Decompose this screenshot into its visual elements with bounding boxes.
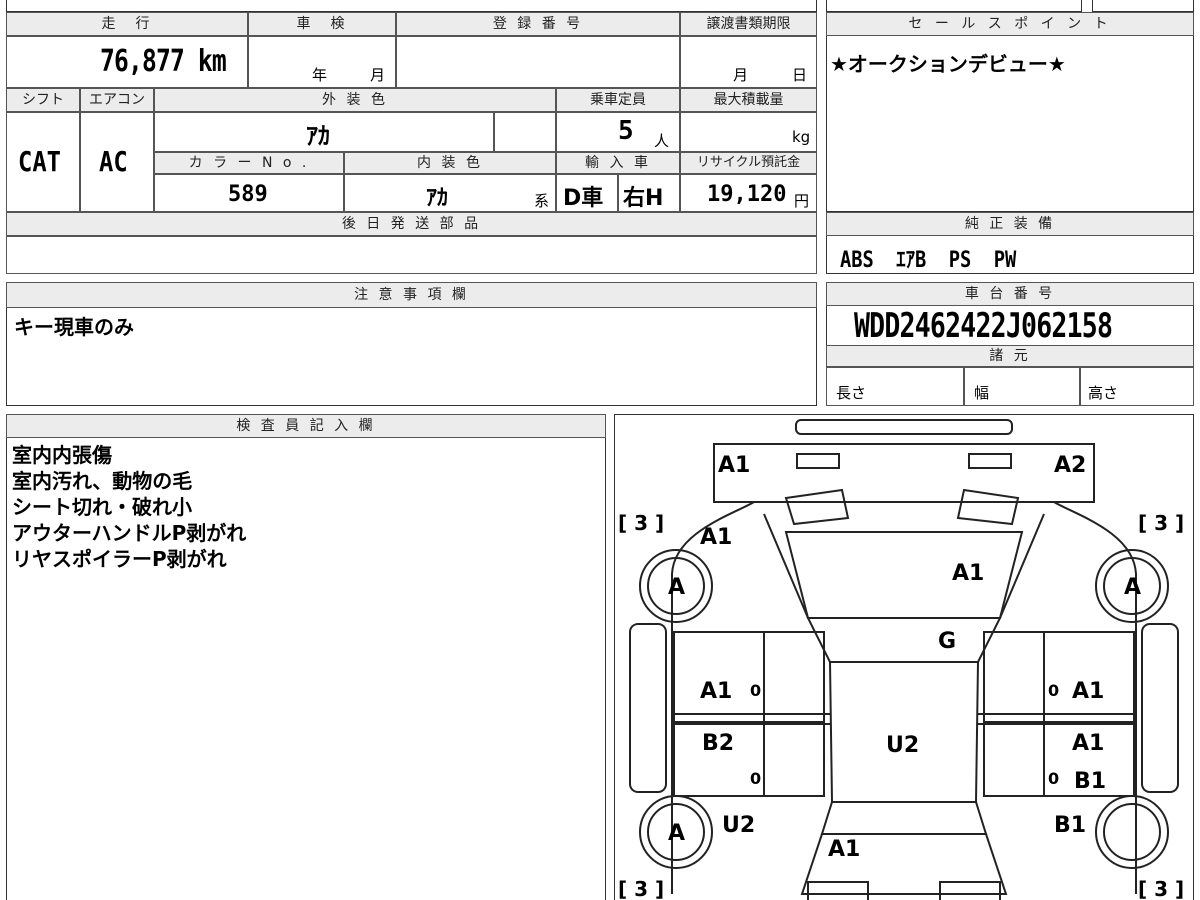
label-right-rear-door-lower: B1: [1074, 769, 1106, 794]
header-chassis: 車 台 番 号: [826, 282, 1194, 306]
capacity-unit: 人: [654, 132, 670, 150]
inspection-month: 月: [370, 66, 386, 84]
label-front-left-bumper: A1: [718, 453, 750, 478]
label-tire-fr: A: [1124, 575, 1141, 600]
recycle-value: 19,120: [707, 182, 787, 207]
zero-mark: 0: [1048, 681, 1059, 700]
interior-suffix: 系: [534, 192, 550, 210]
label-right-rear-fender: B1: [1054, 813, 1086, 838]
header-genuine-equipment: 純 正 装 備: [826, 212, 1194, 236]
header-later-parts: 後 日 発 送 部 品: [6, 212, 817, 236]
import-type-value: D車: [563, 186, 604, 211]
inspector-note: リヤスポイラーP剥がれ: [12, 547, 227, 571]
label-right-rear-door-upper: A1: [1072, 731, 1104, 756]
header-exterior-color: 外 装 色: [154, 88, 556, 112]
header-recycle: リサイクル預託金: [680, 152, 817, 174]
label-trunk: A1: [828, 837, 860, 862]
header-capacity: 乗車定員: [556, 88, 680, 112]
label-left-rear-fender: U2: [722, 813, 755, 838]
zero-mark: 0: [750, 681, 761, 700]
top-right-strip: [826, 0, 1082, 12]
label-windshield: G: [938, 629, 956, 654]
mileage-value: 76,877 km: [100, 44, 227, 79]
chassis-number: WDD2462422J062158: [854, 306, 1113, 346]
header-transfer-deadline: 譲渡書類期限: [680, 12, 817, 36]
transfer-day: 日: [792, 66, 808, 84]
shift-value: CAT: [18, 145, 61, 178]
height-label: 高さ: [1088, 384, 1119, 402]
aircon-value: AC: [99, 145, 128, 178]
inspector-note: シート切れ・破れ小: [12, 495, 192, 519]
car-diagram: A1 A2 A1 A1 G A1 A1 B2 A1 U2 B1 U2 B1 A1…: [618, 419, 1184, 900]
header-specs: 諸 元: [826, 345, 1194, 367]
label-tire-fl: A: [668, 575, 685, 600]
color-no-value: 589: [228, 182, 268, 207]
zero-mark: 0: [750, 769, 761, 788]
tread-fl: [ 3 ]: [618, 511, 664, 535]
header-inspection: 車 検: [248, 12, 396, 36]
inspector-note: 室内汚れ、動物の毛: [12, 469, 193, 493]
header-shift: シフト: [6, 88, 80, 112]
recycle-unit: 円: [794, 192, 810, 210]
header-registration: 登 録 番 号: [396, 12, 680, 36]
steering-value: 右H: [623, 186, 664, 211]
header-aircon: エアコン: [80, 88, 154, 112]
label-roof: U2: [886, 733, 919, 758]
tread-rl: [ 3 ]: [618, 877, 664, 900]
label-left-front-fender: A1: [700, 525, 732, 550]
sales-point-text: ★オークションデビュー★: [830, 52, 1066, 76]
inspector-note: 室内内張傷: [12, 443, 112, 467]
header-color-no: カ ラ ー N o .: [154, 152, 344, 174]
sales-point-box: [826, 12, 1194, 212]
inspection-year: 年: [312, 66, 328, 84]
header-import: 輸 入 車: [556, 152, 680, 174]
caution-text: キー現車のみ: [14, 315, 134, 339]
label-right-front-door: A1: [1072, 679, 1104, 704]
label-front-right-bumper: A2: [1054, 453, 1086, 478]
tread-fr: [ 3 ]: [1138, 511, 1184, 535]
max-load-unit: kg: [792, 128, 811, 146]
capacity-value: 5: [618, 116, 634, 146]
label-left-rear-door: B2: [702, 731, 734, 756]
interior-color-value: ｱｶ: [426, 186, 449, 211]
header-mileage: 走 行: [6, 12, 248, 36]
inspector-notes: 室内内張傷 室内汚れ、動物の毛 シート切れ・破れ小 アウターハンドルP剥がれ リ…: [12, 442, 246, 572]
top-right-strip-2: [1092, 0, 1194, 12]
header-caution: 注 意 事 項 欄: [6, 282, 817, 308]
exterior-color-extra: [494, 112, 556, 152]
width-label: 幅: [974, 384, 990, 402]
header-inspector: 検 査 員 記 入 欄: [6, 414, 606, 438]
tread-rr: [ 3 ]: [1138, 877, 1184, 900]
label-left-front-door: A1: [700, 679, 732, 704]
header-max-load: 最大積載量: [680, 88, 817, 112]
interior-color-cell: [344, 174, 556, 212]
top-strip: [6, 0, 817, 12]
header-sales-point: セ ー ル ス ポ イ ン ト: [826, 12, 1194, 36]
registration-cell: [396, 36, 680, 88]
label-tire-rl: A: [668, 821, 685, 846]
length-label: 長さ: [836, 384, 867, 402]
label-hood: A1: [952, 561, 984, 586]
genuine-equipment-text: ABS ｴｱB PS PW: [840, 248, 1017, 273]
later-parts-cell: [6, 236, 817, 274]
inspector-note: アウターハンドルP剥がれ: [12, 521, 247, 545]
header-interior-color: 内 装 色: [344, 152, 556, 174]
exterior-color-value: ｱｶ: [306, 122, 330, 150]
transfer-month: 月: [733, 66, 749, 84]
zero-mark: 0: [1048, 769, 1059, 788]
